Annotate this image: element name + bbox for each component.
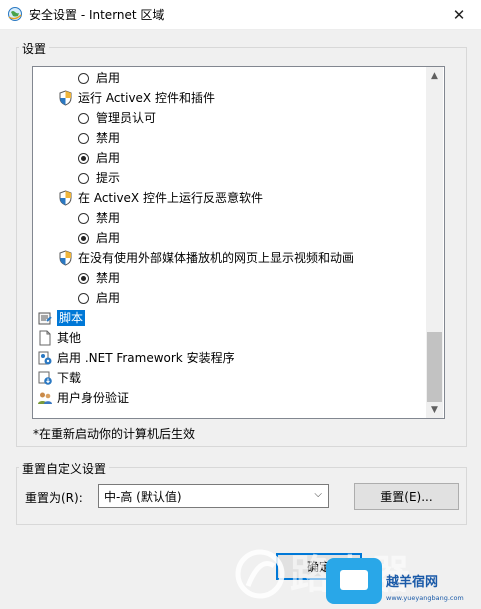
radio-option[interactable]: 启用	[78, 228, 120, 248]
scroll-thumb[interactable]	[427, 332, 442, 402]
radio-checked-icon[interactable]	[78, 272, 89, 284]
close-button[interactable]: ✕	[437, 0, 481, 29]
tree-item-label: 启用	[96, 231, 121, 245]
script-icon	[37, 310, 57, 326]
shield-icon	[59, 250, 72, 266]
radio-unchecked-icon[interactable]	[78, 132, 89, 144]
shield-icon	[59, 90, 72, 106]
reset-to-label: 重置为(R):	[25, 491, 83, 505]
tree-item-label: 提示	[96, 171, 121, 185]
tree-item-label: 在没有使用外部媒体播放机的网页上显示视频和动画	[78, 251, 355, 265]
tree-scrollbar[interactable]: ▲ ▼	[426, 67, 443, 418]
chevron-down-icon: ▼	[431, 404, 438, 415]
shield-icon	[59, 190, 72, 206]
tree-item-label: 在 ActiveX 控件上运行反恶意软件	[78, 191, 263, 205]
restart-note: *在重新启动你的计算机后生效	[33, 427, 196, 441]
tree-item-label: 启用 .NET Framework 安装程序	[57, 351, 235, 365]
tree-item-label: 禁用	[96, 271, 121, 285]
tree-item-label: 用户身份验证	[57, 391, 130, 405]
scroll-up-arrow[interactable]: ▲	[426, 67, 443, 84]
settings-tree[interactable]: 启用 运行 ActiveX 控件和插件 管理员认可 禁用 启用 提示在 ActiveX 控…	[32, 66, 445, 419]
tree-item-label: 其他	[57, 331, 82, 345]
radio-dot	[81, 155, 86, 161]
tree-item-label: 启用	[96, 151, 121, 165]
category-item[interactable]: 用户身份验证	[37, 388, 129, 408]
download-icon	[37, 370, 57, 386]
tree-item-label: 禁用	[96, 131, 121, 145]
gear-page-icon	[37, 350, 57, 366]
reset-level-value: 中-高 (默认值)	[104, 489, 182, 504]
tree-item-label: 脚本	[57, 310, 86, 326]
reset-group-label: 重置自定义设置	[19, 460, 110, 477]
tree-item-label: 启用	[96, 291, 121, 305]
radio-unchecked-icon[interactable]	[78, 212, 89, 224]
radio-unchecked-icon[interactable]	[78, 112, 89, 124]
category-item[interactable]: 下载	[37, 368, 81, 388]
tree-item-label: 禁用	[96, 211, 121, 225]
chevron-down-icon: ⌵	[314, 489, 322, 500]
close-icon: ✕	[452, 5, 466, 24]
radio-option[interactable]: 禁用	[78, 128, 120, 148]
tree-item-label: 运行 ActiveX 控件和插件	[78, 91, 215, 105]
internet-globe-icon	[8, 7, 22, 21]
radio-checked-icon[interactable]	[78, 232, 89, 244]
scroll-down-arrow[interactable]: ▼	[426, 401, 443, 418]
radio-option[interactable]: 启用	[78, 148, 120, 168]
radio-dot	[81, 275, 86, 281]
radio-unchecked-icon[interactable]	[78, 172, 89, 184]
watermark-site-url: www.yueyangbang.com	[386, 594, 464, 602]
radio-option[interactable]: 提示	[78, 168, 120, 188]
window-title: 安全设置 - Internet 区域	[29, 8, 165, 22]
radio-dot	[81, 235, 86, 241]
radio-checked-icon[interactable]	[78, 152, 89, 164]
setting-item: 运行 ActiveX 控件和插件	[59, 88, 215, 108]
setting-item: 在 ActiveX 控件上运行反恶意软件	[59, 188, 263, 208]
radio-option[interactable]: 启用	[78, 288, 120, 308]
page-icon	[37, 330, 57, 346]
settings-group-label: 设置	[19, 40, 50, 57]
radio-option[interactable]: 管理员认可	[78, 108, 156, 128]
reset-button-label: 重置(E)...	[380, 490, 433, 504]
watermark-site-name: 越羊宿网	[385, 574, 438, 590]
category-item[interactable]: 脚本	[37, 308, 86, 328]
title-bar: 安全设置 - Internet 区域 ✕	[0, 0, 481, 30]
setting-item: 在没有使用外部媒体播放机的网页上显示视频和动画	[59, 248, 354, 268]
tree-item-label: 管理员认可	[96, 111, 157, 125]
chevron-up-icon: ▲	[431, 70, 438, 81]
users-icon	[37, 390, 57, 406]
reset-button[interactable]: 重置(E)...	[354, 483, 459, 510]
radio-option[interactable]: 启用	[78, 68, 120, 88]
site-watermark: 路由器 越羊宿网 www.yueyangbang.com	[235, 549, 464, 604]
radio-unchecked-icon[interactable]	[78, 292, 89, 304]
tree-item-label: 启用	[96, 71, 121, 85]
reset-level-select[interactable]: 中-高 (默认值) ⌵	[98, 484, 329, 508]
category-item[interactable]: 启用 .NET Framework 安装程序	[37, 348, 235, 368]
radio-option[interactable]: 禁用	[78, 208, 120, 228]
category-item[interactable]: 其他	[37, 328, 81, 348]
radio-unchecked-icon[interactable]	[78, 72, 89, 84]
tree-item-label: 下载	[57, 371, 82, 385]
radio-option[interactable]: 禁用	[78, 268, 120, 288]
